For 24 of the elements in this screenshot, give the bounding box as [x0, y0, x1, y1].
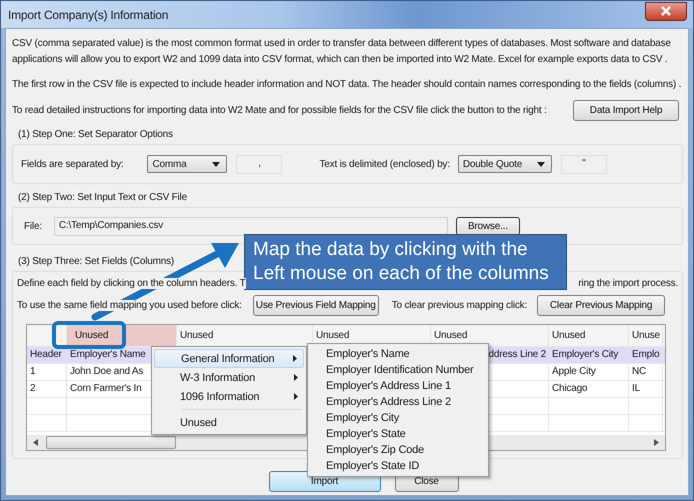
step-three-title: (3) Step Three: Set Fields (Columns) [18, 255, 174, 269]
table-cell: IL [629, 381, 663, 397]
callout-box: Map the data by clicking with the Left mouse on each of the columns [244, 234, 567, 290]
delimiter-label: Text is delimited (enclosed) by: [319, 158, 450, 170]
intro-paragraph: The first row in the CSV file is expected to include header information and NOT data. The header should contain names corresponding to the fields (columns) . [12, 78, 682, 92]
window-title: Import Company(s) Information [8, 8, 168, 22]
table-cell: Apple City [549, 364, 629, 380]
define-fields-text: ring the import process. [578, 278, 678, 289]
table-cell: 2 [27, 381, 67, 397]
previous-mapping-label: To use the same field mapping you used before click: [17, 300, 242, 311]
table-cell: Chicago [549, 381, 629, 397]
file-label: File: [24, 220, 42, 232]
table-cell: Header [27, 347, 67, 363]
help-instructions: To read detailed instructions for importing data into W2 Mate and for possible fields for the CSV file click the button to the right : [12, 105, 547, 116]
table-cell: Emplo [629, 347, 663, 363]
separator-label: Fields are separated by: [21, 158, 124, 170]
table-cell: 1 [27, 364, 67, 380]
step-two-title: (2) Step Two: Set Input Text or CSV File [18, 191, 187, 205]
step-one-title: (1) Step One: Set Separator Options [18, 128, 173, 142]
define-fields-text: Define each field by clicking on the column headers. T [17, 278, 246, 289]
clear-mapping-label: To clear previous mapping click: [392, 300, 528, 311]
table-cell: Employer's City [549, 347, 629, 363]
table-cell: NC [629, 364, 663, 380]
intro-paragraph: CSV (comma separated value) is the most common format used in order to transfer data between different types of databases. Most software and database applications will allow you to export W2 and 1099 data into CSV format, which can then be imported into W2 Mate. Excel for example exports data to CSV . [12, 37, 672, 67]
